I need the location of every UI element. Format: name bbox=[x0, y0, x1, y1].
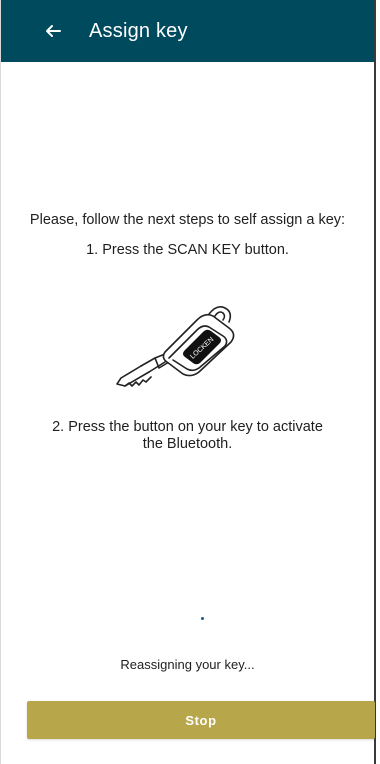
back-button[interactable] bbox=[41, 19, 65, 43]
main-content: Please, follow the next steps to self as… bbox=[1, 62, 375, 764]
key-illustration: LOCKEN bbox=[116, 306, 235, 387]
screen: Assign key Please, follow the next steps… bbox=[0, 0, 376, 764]
status-text: Reassigning your key... bbox=[120, 657, 255, 672]
step-1-text: 1. Press the SCAN KEY button. bbox=[86, 242, 289, 258]
app-bar: Assign key bbox=[1, 0, 374, 62]
arrow-left-icon bbox=[46, 25, 61, 37]
instructions-intro: Please, follow the next steps to self as… bbox=[29, 212, 346, 228]
page-title: Assign key bbox=[89, 19, 188, 42]
stop-button[interactable]: Stop bbox=[27, 701, 375, 739]
loading-indicator bbox=[201, 617, 204, 620]
step-2-text: 2. Press the button on your key to activ… bbox=[52, 419, 323, 452]
